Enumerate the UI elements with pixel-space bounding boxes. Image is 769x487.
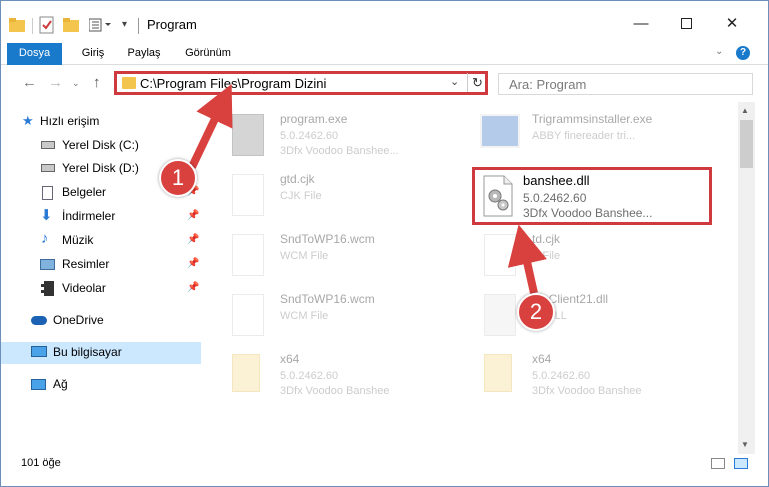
file-icon: [232, 294, 264, 336]
scrollbar-thumb[interactable]: [740, 120, 753, 168]
pictures-icon: [40, 259, 55, 270]
folder-icon: [232, 354, 260, 392]
folder-icon: [9, 18, 25, 32]
file-list: program.exe 5.0.2462.60 3Dfx Voodoo Bans…: [208, 102, 738, 452]
pin-icon[interactable]: 📌: [187, 234, 199, 245]
new-folder-icon[interactable]: [63, 18, 79, 32]
music-icon: ♪: [41, 230, 49, 247]
up-arrow-icon[interactable]: ↑: [93, 74, 101, 91]
minimize-button[interactable]: —: [621, 9, 661, 39]
status-bar: 101 öğe: [1, 454, 768, 476]
dll-file-icon: [482, 175, 514, 217]
file-icon: [484, 234, 516, 276]
maximize-button[interactable]: [666, 9, 706, 39]
folder-item[interactable]: x64 5.0.2462.60 3Dfx Voodoo Banshee: [214, 346, 454, 406]
properties-icon[interactable]: [39, 16, 55, 34]
maximize-icon: [680, 18, 692, 29]
scroll-down-icon[interactable]: ▼: [741, 440, 749, 449]
nav-item-onedrive[interactable]: OneDrive: [1, 310, 201, 332]
file-item[interactable]: td.cjk K File: [466, 226, 706, 286]
folder-icon: [484, 354, 512, 392]
forward-arrow-icon[interactable]: →: [48, 74, 63, 91]
expand-ribbon-icon[interactable]: ⌄: [715, 46, 723, 57]
nav-item-this-pc[interactable]: Bu bilgisayar: [1, 342, 201, 364]
window-title: Program: [147, 17, 197, 32]
title-bar: ▾ Program — ✕: [1, 1, 768, 43]
folder-item[interactable]: x64 5.0.2462.60 3Dfx Voodoo Banshee: [466, 346, 706, 406]
tab-home[interactable]: Giriş: [73, 43, 113, 65]
video-icon: [41, 281, 54, 296]
customize-toolbar-icon[interactable]: ▾: [122, 19, 127, 30]
close-icon: ✕: [725, 15, 739, 32]
star-icon: ★: [22, 113, 34, 128]
nav-item-downloads[interactable]: ⬇ İndirmeler 📌: [1, 206, 201, 228]
large-icons-view-icon[interactable]: [734, 458, 748, 469]
nav-item-disk-c[interactable]: Yerel Disk (C:): [1, 135, 201, 157]
close-button[interactable]: ✕: [712, 9, 752, 39]
refresh-icon[interactable]: ↻: [467, 73, 487, 92]
installer-file-icon: [480, 114, 520, 148]
drive-icon: [41, 141, 55, 149]
download-icon: ⬇: [40, 207, 53, 224]
file-item[interactable]: program.exe 5.0.2462.60 3Dfx Voodoo Bans…: [214, 106, 454, 166]
search-placeholder: Ara: Program: [509, 77, 587, 92]
address-bar[interactable]: C:\Program Files\Program Dizini ⌄ ↻: [114, 71, 488, 95]
back-arrow-icon[interactable]: ←: [22, 74, 37, 91]
file-item[interactable]: gtd.cjk CJK File: [214, 166, 454, 226]
chevron-down-icon[interactable]: ⌄: [450, 75, 459, 88]
drive-icon: [41, 164, 55, 172]
dll-file-icon: [484, 294, 516, 336]
tab-share[interactable]: Paylaş: [122, 43, 166, 65]
nav-item-music[interactable]: ♪ Müzik 📌: [1, 230, 201, 252]
file-description: 3Dfx Voodoo Banshee...: [523, 206, 653, 220]
recent-locations-icon[interactable]: ⌄: [72, 78, 80, 89]
navigation-pane: ★ Hızlı erişim Yerel Disk (C:) Yerel Dis…: [1, 105, 206, 450]
vertical-scrollbar[interactable]: ▲ ▼: [738, 102, 755, 454]
step-1-badge: 1: [159, 159, 197, 197]
nav-item-network[interactable]: Ağ: [1, 374, 201, 396]
network-icon: [31, 379, 46, 390]
search-input[interactable]: Ara: Program: [498, 73, 753, 95]
pin-icon[interactable]: 📌: [187, 210, 199, 221]
documents-icon: [42, 186, 53, 200]
file-icon: [232, 174, 264, 216]
nav-item-quick-access[interactable]: ★ Hızlı erişim: [1, 111, 201, 133]
file-icon: [232, 234, 264, 276]
cloud-icon: [31, 316, 47, 325]
view-options-icon[interactable]: [88, 18, 115, 32]
folder-icon: [122, 77, 136, 89]
address-path[interactable]: C:\Program Files\Program Dizini: [140, 76, 326, 91]
file-item[interactable]: SndToWP16.wcm WCM File: [214, 286, 454, 346]
file-version: 5.0.2462.60: [523, 191, 587, 205]
file-name: banshee.dll: [523, 173, 590, 188]
computer-icon: [31, 346, 47, 357]
details-view-icon[interactable]: [711, 458, 725, 469]
exe-file-icon: [232, 114, 264, 156]
scroll-up-icon[interactable]: ▲: [741, 106, 749, 115]
minimize-icon: —: [633, 15, 649, 32]
tab-file[interactable]: Dosya: [7, 43, 62, 65]
help-icon[interactable]: ?: [736, 46, 750, 60]
pin-icon[interactable]: 📌: [187, 282, 199, 293]
pin-icon[interactable]: 📌: [187, 258, 199, 269]
nav-item-videos[interactable]: Videolar 📌: [1, 278, 201, 300]
highlighted-file-item[interactable]: banshee.dll 5.0.2462.60 3Dfx Voodoo Bans…: [472, 167, 712, 225]
address-row: ← → ⌄ ↑ C:\Program Files\Program Dizini …: [1, 66, 768, 100]
nav-item-pictures[interactable]: Resimler 📌: [1, 254, 201, 276]
file-item[interactable]: Trigrammsinstaller.exe ABBY finereader t…: [466, 106, 706, 166]
ribbon-tabs: Dosya Giriş Paylaş Görünüm ⌄ ?: [1, 43, 768, 65]
tab-view[interactable]: Görünüm: [179, 43, 237, 65]
step-2-badge: 2: [517, 293, 555, 331]
file-item[interactable]: ateClient21.dll ce DLL: [466, 286, 706, 346]
explorer-window: ▾ Program — ✕ Dosya Giriş Paylaş Görünüm…: [0, 0, 769, 487]
item-count: 101 öğe: [21, 457, 61, 469]
file-item[interactable]: SndToWP16.wcm WCM File: [214, 226, 454, 286]
